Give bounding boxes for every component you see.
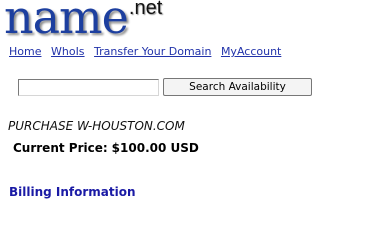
nav-link-transfer-domain[interactable]: Transfer Your Domain <box>94 45 211 58</box>
current-price: Current Price: $100.00 USD <box>13 141 199 155</box>
nav-link-whois[interactable]: WhoIs <box>51 45 85 58</box>
current-price-label: Current Price: <box>13 141 108 155</box>
nav-link-home[interactable]: Home <box>9 45 41 58</box>
current-price-value: $100.00 USD <box>111 141 199 155</box>
nav-link-my-account[interactable]: MyAccount <box>221 45 281 58</box>
purchase-domain-title: PURCHASE W-HOUSTON.COM <box>8 119 185 133</box>
top-nav: Home WhoIs Transfer Your Domain MyAccoun… <box>9 45 287 58</box>
search-availability-button[interactable]: Search Availability <box>163 78 312 96</box>
domain-search-input[interactable] <box>18 79 159 96</box>
logo-tld-text: .net <box>128 0 163 19</box>
logo-name-text: name <box>4 0 129 44</box>
billing-information-heading: Billing Information <box>9 185 136 199</box>
site-logo[interactable]: name.net <box>4 0 162 40</box>
